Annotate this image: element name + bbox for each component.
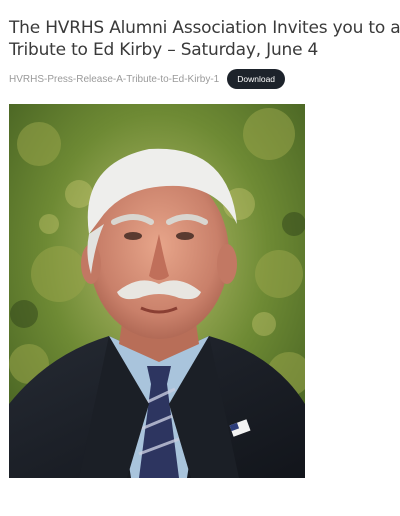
attachment-row: HVRHS-Press-Release-A-Tribute-to-Ed-Kirb… bbox=[9, 69, 286, 89]
attachment-link[interactable]: HVRHS-Press-Release-A-Tribute-to-Ed-Kirb… bbox=[9, 74, 219, 85]
download-button[interactable]: Download bbox=[227, 69, 286, 89]
post-title: The HVRHS Alumni Association Invites you… bbox=[9, 18, 400, 60]
portrait-photo bbox=[9, 104, 305, 478]
